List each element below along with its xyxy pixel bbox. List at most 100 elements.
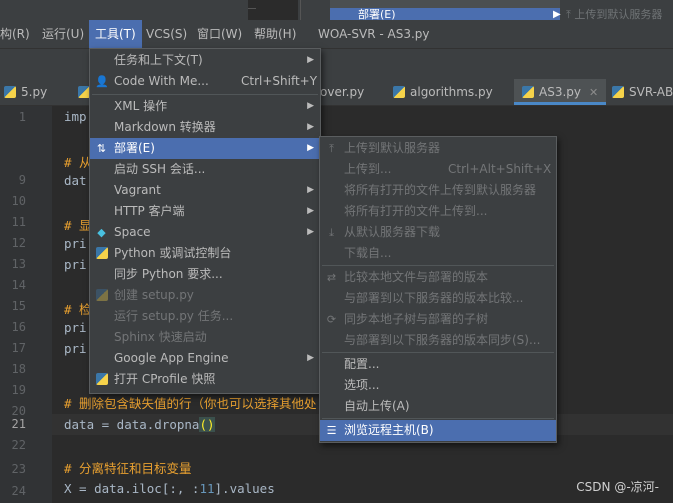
menu-item-upload-to[interactable]: 上传到... Ctrl+Alt+Shift+X — [320, 159, 556, 180]
code-comment[interactable]: # 从 — [64, 152, 92, 171]
python-file-icon — [612, 86, 624, 98]
chevron-right-icon: ▶ — [307, 353, 314, 363]
menu-item-sync-requirements[interactable]: 同步 Python 要求... — [90, 264, 320, 285]
line-number-current: 21 — [11, 417, 26, 431]
line-number: 10 — [11, 194, 26, 208]
code-fragment-line — [248, 8, 256, 9]
menu-item-compare-server[interactable]: 与部署到以下服务器的版本比较... — [320, 288, 556, 309]
line-number: 1 — [18, 110, 26, 124]
background-menu-row — [330, 0, 560, 8]
code-line[interactable]: dat — [64, 173, 87, 188]
menu-separator — [322, 418, 554, 419]
space-icon: ◆ — [97, 226, 106, 239]
code-line[interactable]: pri — [64, 341, 87, 356]
menu-item-xml[interactable]: XML 操作 ▶ — [90, 96, 320, 117]
compare-icon: ⇄ — [326, 271, 337, 284]
menu-item-upload-default[interactable]: ⤒ 上传到默认服务器 — [320, 138, 556, 159]
menu-item-http-client[interactable]: HTTP 客户端 ▶ — [90, 201, 320, 222]
chevron-right-icon: ▶ — [307, 185, 314, 195]
menu-item-options[interactable]: 选项... — [320, 375, 556, 396]
tab-5py[interactable]: 5.py — [4, 79, 47, 105]
tab-algorithms[interactable]: algorithms.py — [393, 79, 493, 105]
code-line[interactable]: imp — [64, 109, 87, 124]
menu-vcs[interactable]: VCS(S) — [146, 20, 187, 48]
menu-item-download-from[interactable]: 下载自... — [320, 243, 556, 264]
menu-item-upload-all-to[interactable]: 将所有打开的文件上传到... — [320, 201, 556, 222]
line-number: 24 — [11, 484, 26, 498]
line-number: 20 — [11, 404, 26, 418]
menu-separator — [322, 352, 554, 353]
menu-run[interactable]: 运行(U) — [42, 20, 84, 48]
menu-item-upload-all-default[interactable]: 将所有打开的文件上传到默认服务器 — [320, 180, 556, 201]
code-line[interactable]: pri — [64, 236, 87, 251]
close-icon[interactable]: ✕ — [589, 86, 598, 99]
code-line[interactable]: pri — [64, 320, 87, 335]
python-icon — [95, 247, 108, 260]
python-file-icon — [522, 86, 534, 98]
tab-as3[interactable]: AS3.py ✕ — [514, 79, 607, 105]
line-number: 19 — [11, 383, 26, 397]
menu-item-app-engine[interactable]: Google App Engine ▶ — [90, 348, 320, 369]
menu-item-tasks[interactable]: 任务和上下文(T) ▶ — [90, 50, 320, 71]
menu-item-sync-server[interactable]: 与部署到以下服务器的版本同步(S)... — [320, 330, 556, 351]
menu-item-vagrant[interactable]: Vagrant ▶ — [90, 180, 320, 201]
menu-item-run-setup[interactable]: 运行 setup.py 任务... — [90, 306, 320, 327]
menu-item-auto-upload[interactable]: 自动上传(A) — [320, 396, 556, 417]
menu-item-cprofile[interactable]: 打开 CProfile 快照 — [90, 369, 320, 390]
tab-over[interactable]: over.py — [320, 79, 364, 105]
chevron-right-icon: ▶ — [307, 227, 314, 237]
line-number: 15 — [11, 299, 26, 313]
menu-item-markdown[interactable]: Markdown 转换器 ▶ — [90, 117, 320, 138]
line-number: 12 — [11, 236, 26, 250]
sync-icon: ⟳ — [326, 313, 337, 326]
user-icon: 👤 — [95, 75, 109, 88]
line-number: 13 — [11, 257, 26, 271]
code-line[interactable]: pri — [64, 257, 87, 272]
download-icon: ⤓ — [329, 226, 334, 239]
menu-item-download-default[interactable]: ⤓ 从默认服务器下载 — [320, 222, 556, 243]
window-title: WOA-SVR - AS3.py — [318, 27, 430, 41]
deploy-icon: ⇅ — [96, 142, 107, 155]
editor-fragment — [248, 0, 298, 20]
menu-item-ssh[interactable]: 启动 SSH 会话... — [90, 159, 320, 180]
profile-icon — [95, 373, 108, 386]
code-comment[interactable]: # 检 — [64, 299, 92, 318]
chevron-right-icon: ▶ — [307, 101, 314, 111]
menu-item-configuration[interactable]: 配置... — [320, 354, 556, 375]
menu-item-code-with-me[interactable]: 👤 Code With Me... Ctrl+Shift+Y — [90, 71, 320, 92]
code-line-current[interactable]: data = data.dropna() — [64, 417, 215, 432]
code-comment[interactable]: # 删除包含缺失值的行（你也可以选择其他处 — [64, 393, 317, 412]
code-comment[interactable]: # 分离特征和目标变量 — [64, 458, 192, 477]
menu-separator — [92, 94, 318, 95]
menu-item-browse-remote-host[interactable]: ☰ 浏览远程主机(B) — [320, 420, 556, 441]
upload-icon: ⤒ — [329, 142, 334, 155]
line-number: 14 — [11, 278, 26, 292]
tools-menu: 任务和上下文(T) ▶ 👤 Code With Me... Ctrl+Shift+Y … — [89, 48, 321, 394]
menu-item-sphinx[interactable]: Sphinx 快速启动 — [90, 327, 320, 348]
line-number: 23 — [11, 462, 26, 476]
chevron-right-icon: ▶ — [307, 143, 314, 153]
menu-item-compare-local[interactable]: ⇄ 比较本地文件与部署的版本 — [320, 267, 556, 288]
tab-svr-ab[interactable]: SVR-AB — [612, 79, 673, 105]
code-line[interactable]: X = data.iloc[:, :11].values — [64, 481, 275, 496]
menu-item-deployment[interactable]: ⇅ 部署(E) ▶ — [90, 138, 320, 159]
python-file-icon — [4, 86, 16, 98]
menu-item-create-setup[interactable]: 创建 setup.py — [90, 285, 320, 306]
server-icon: ☰ — [326, 424, 337, 437]
line-number: 9 — [18, 173, 26, 187]
menu-separator — [322, 265, 554, 266]
divider — [300, 0, 301, 20]
menu-help[interactable]: 帮助(H) — [254, 20, 296, 48]
chevron-right-icon: ▶ — [307, 206, 314, 216]
menu-tools[interactable]: 工具(T) — [89, 20, 142, 48]
menu-refactor[interactable]: 构(R) — [0, 20, 30, 48]
menu-window[interactable]: 窗口(W) — [197, 20, 242, 48]
watermark: CSDN @-凉河- — [576, 480, 659, 494]
menu-item-python-console[interactable]: Python 或调试控制台 — [90, 243, 320, 264]
menu-item-space[interactable]: ◆ Space ▶ — [90, 222, 320, 243]
line-number: 18 — [11, 362, 26, 376]
code-comment[interactable]: # 显 — [64, 215, 92, 234]
menu-item-sync-subtree[interactable]: ⟳ 同步本地子树与部署的子树 — [320, 309, 556, 330]
line-number: 16 — [11, 320, 26, 334]
line-number: 22 — [11, 438, 26, 452]
